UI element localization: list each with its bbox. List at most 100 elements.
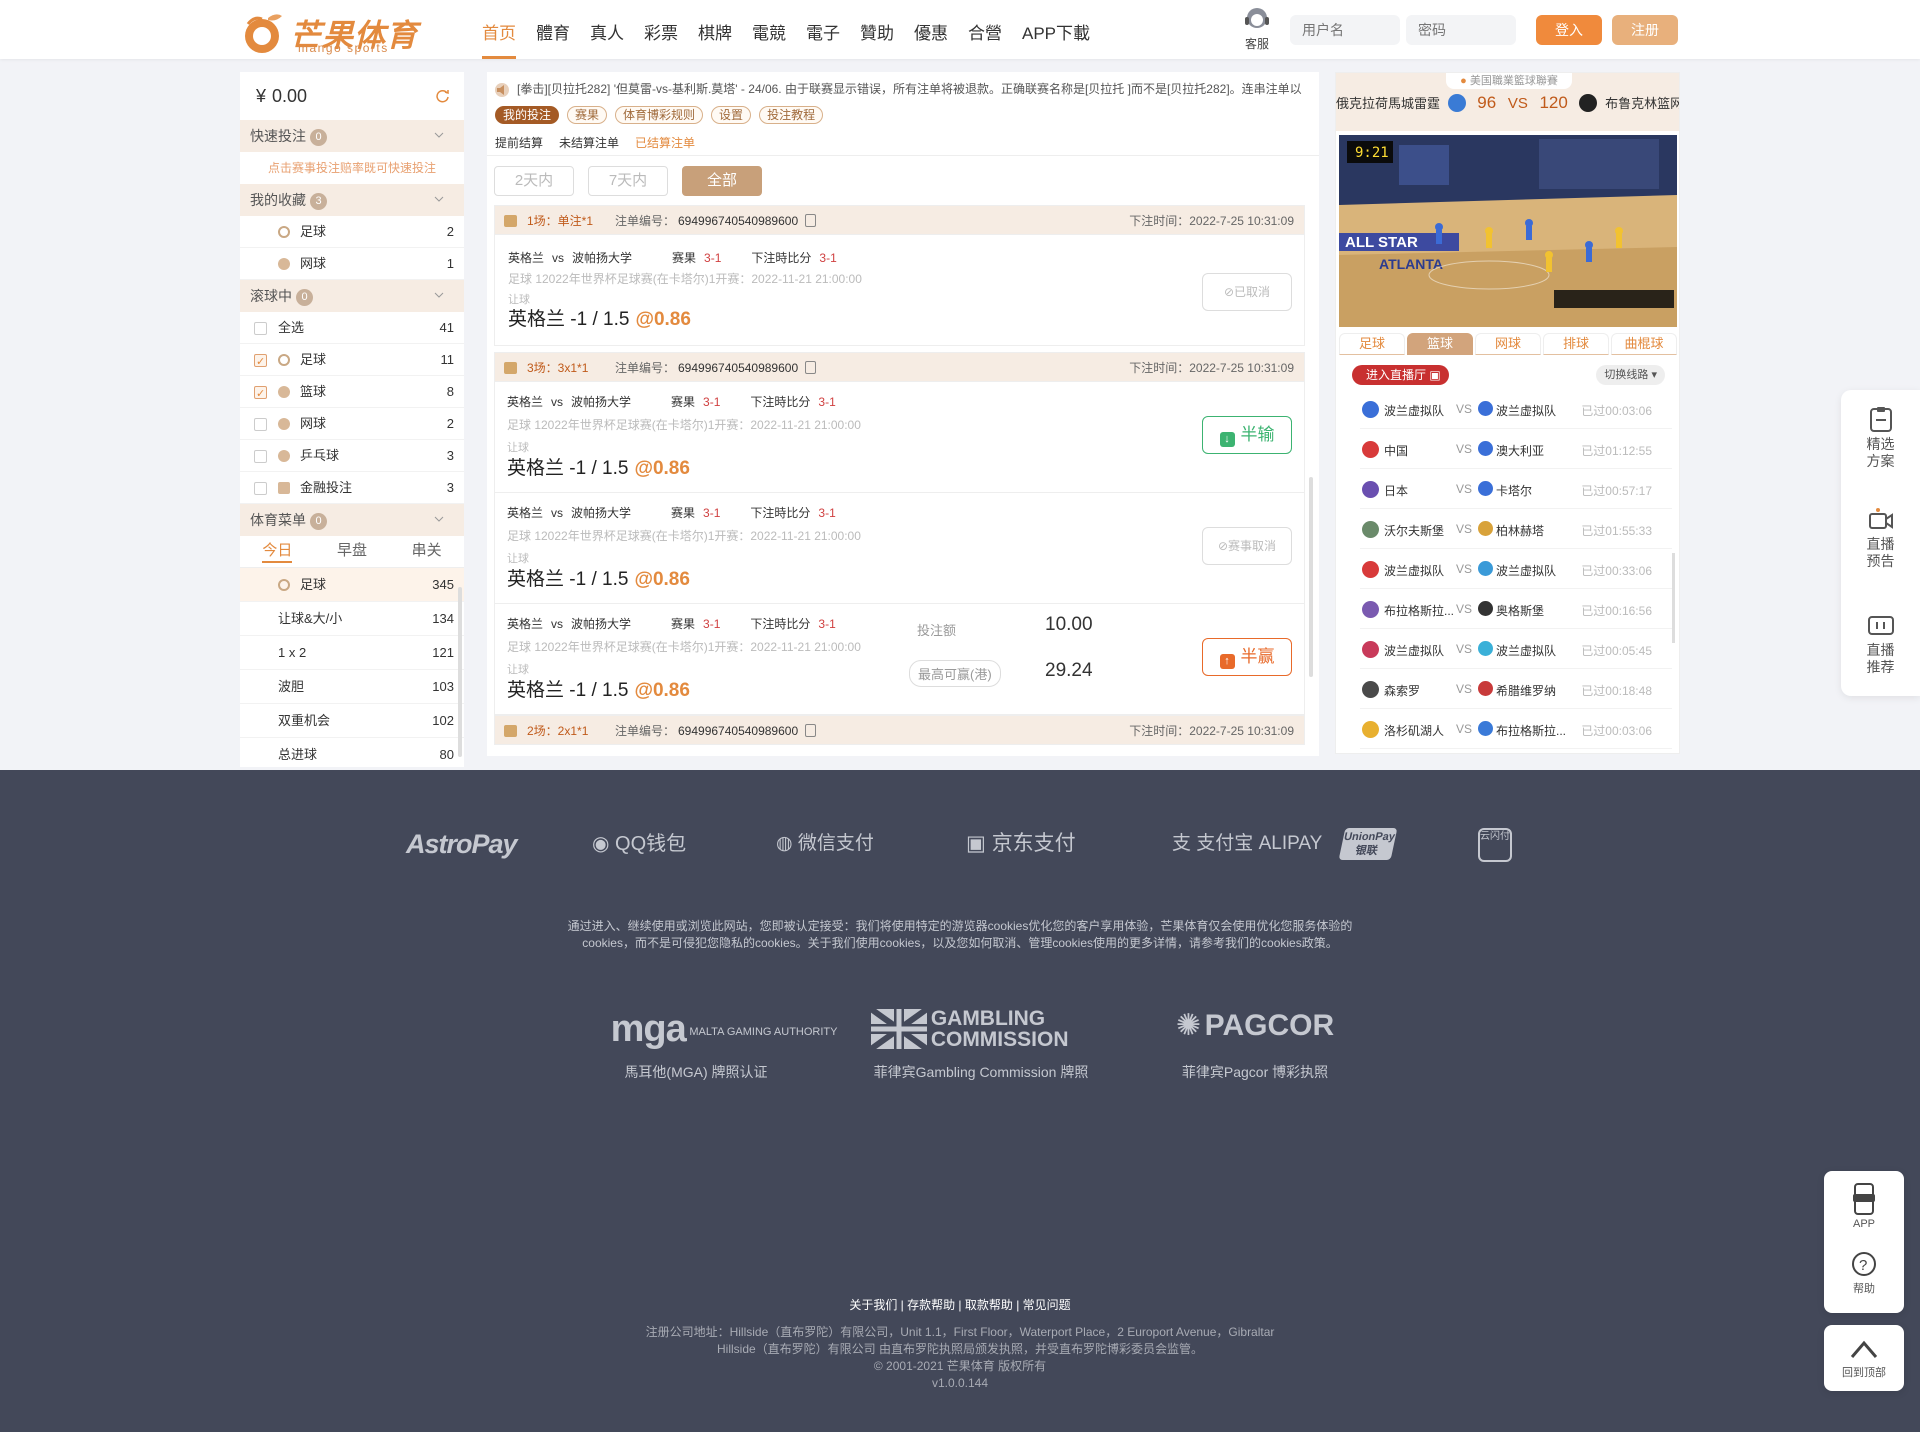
vs-label: VS [1456,722,1473,736]
arrow-up-icon [1850,1340,1878,1358]
tab-rules[interactable]: 体育博彩规则 [615,106,704,124]
copy-icon[interactable] [805,214,816,227]
checkbox[interactable] [254,322,267,335]
nav-sponsor[interactable]: 贊助 [860,0,894,59]
checkbox[interactable] [254,378,267,410]
nav-home[interactable]: 首页 [482,0,516,59]
copy-icon[interactable] [805,361,816,374]
nav-sports[interactable]: 體育 [536,0,570,59]
tab-parlay[interactable]: 串关 [389,536,464,567]
checkbox[interactable] [254,346,267,378]
sports-menu-item[interactable]: 双重机会 102 [240,704,464,738]
quick-bet-header[interactable]: 快速投注 0 [240,120,464,152]
username-input[interactable] [1290,15,1400,45]
tab-football[interactable]: 足球 [1339,333,1405,355]
tab-cashout[interactable]: 提前结算 [495,134,543,156]
bet-number-label: 注单编号： [615,361,676,375]
nav-live-casino[interactable]: 真人 [590,0,624,59]
nav-partner[interactable]: 合營 [968,0,1002,59]
tab-tutorial[interactable]: 投注教程 [759,106,824,124]
live-game-row[interactable]: 波兰虚拟队 VS 波兰虚拟队 已过00:05:45 [1360,629,1672,669]
tab-label: 今日 [262,542,293,563]
login-button[interactable]: 登入 [1536,15,1602,45]
sidebar-scrollbar[interactable] [458,587,462,757]
footer-links[interactable]: 关于我们 | 存款帮助 | 取款帮助 | 常见问题 [0,1296,1920,1313]
checkbox[interactable] [254,450,267,463]
league-line: 足球 12022年世界杯足球赛(在卡塔尔)1开赛：2022-11-21 21:0… [507,418,861,432]
filter-all[interactable]: 全部 [682,166,762,196]
live-preview-button[interactable]: 直播预告 [1841,506,1920,570]
nav-slots[interactable]: 電子 [806,0,840,59]
tv-icon [1867,616,1894,635]
records-scrollbar[interactable] [1309,477,1313,677]
nav-cards[interactable]: 棋牌 [698,0,732,59]
checkbox[interactable] [254,418,267,431]
favorite-item-football[interactable]: 足球 2 [240,216,464,248]
live-match-header: ● 美国職業籃球聯賽 俄克拉荷馬城雷霆 96 VS 120 布鲁克林篮网 [1336,73,1679,131]
sports-menu-item[interactable]: 波胆 103 [240,670,464,704]
inplay-financial[interactable]: 金融投注 3 [240,472,464,504]
back-to-top-button[interactable]: 回到顶部 [1824,1325,1904,1391]
tab-basketball[interactable]: 篮球 [1407,333,1473,355]
inplay-basketball[interactable]: 篮球 8 [240,376,464,410]
home-score: 96 [1477,93,1497,112]
filter-2-days[interactable]: 2天内 [494,166,574,196]
tab-hockey[interactable]: 曲棍球 [1611,333,1677,355]
favorite-item-tennis[interactable]: 网球 1 [240,248,464,280]
sports-menu-item[interactable]: 让球&大/小 134 [240,602,464,636]
live-recommend-button[interactable]: 直播推荐 [1841,612,1920,676]
tab-my-bets[interactable]: 我的投注 [495,106,560,124]
checkbox[interactable] [254,482,267,495]
tab-volleyball[interactable]: 排球 [1543,333,1609,355]
sports-menu-header[interactable]: 体育菜单 0 [240,504,464,536]
live-game-row[interactable]: 森索罗 VS 希腊维罗纳 已过00:18:48 [1360,669,1672,709]
live-game-row[interactable]: 布拉格斯拉... VS 奥格斯堡 已过00:16:56 [1360,589,1672,629]
refresh-icon[interactable] [435,88,450,103]
away-team: 布拉格斯拉... [1496,724,1566,738]
help-button[interactable]: ? 帮助 [1824,1251,1904,1296]
live-video-player[interactable]: 9:21 ALL STAR ATLANTA [1339,135,1677,327]
inplay-label: 足球 [300,352,327,367]
tab-results[interactable]: 赛果 [567,106,608,124]
inplay-select-all[interactable]: 全选 41 [240,312,464,344]
copy-icon[interactable] [805,724,816,737]
favorites-header[interactable]: 我的收藏 3 [240,184,464,216]
filter-7-days[interactable]: 7天内 [588,166,668,196]
app-download-button[interactable]: APP [1824,1183,1904,1230]
live-game-row[interactable]: 波兰虚拟队 VS 波兰虚拟队 已过00:03:06 [1360,389,1672,429]
tab-early[interactable]: 早盘 [315,536,390,567]
live-game-row[interactable]: 洛杉矶湖人 VS 布拉格斯拉... 已过00:03:06 [1360,709,1672,749]
live-game-row[interactable]: 中国 VS 澳大利亚 已过01:12:55 [1360,429,1672,469]
nav-esports[interactable]: 電競 [752,0,786,59]
sports-menu-item[interactable]: 1 x 2 121 [240,636,464,670]
sports-menu-item[interactable]: 总进球 80 [240,738,464,767]
inplay-header[interactable]: 滚球中 0 [240,280,464,312]
site-logo[interactable]: 芒果体育 mango sports [238,8,418,55]
menu-label: 总进球 [278,747,318,762]
featured-plans-button[interactable]: 精选方案 [1841,406,1920,470]
tab-tennis[interactable]: 网球 [1475,333,1541,355]
sports-menu-football[interactable]: 足球 345 [240,568,464,602]
inplay-tennis[interactable]: 网球 2 [240,408,464,440]
live-game-row[interactable]: 沃尔夫斯堡 VS 柏林赫塔 已过01:55:33 [1360,509,1672,549]
nav-app-download[interactable]: APP下載 [1022,0,1090,59]
chevron-down-icon [434,132,444,138]
announcement-ticker[interactable]: [拳击][贝拉托282] '但莫雷-vs-基利斯.莫塔' - 24/06. 由于… [493,80,1319,98]
nav-promotions[interactable]: 優惠 [914,0,948,59]
inplay-football[interactable]: 足球 11 [240,344,464,378]
register-button[interactable]: 注册 [1612,15,1678,45]
tab-unsettled[interactable]: 未结算注单 [559,134,619,156]
tab-settings[interactable]: 设置 [711,106,752,124]
tab-settled[interactable]: 已结算注单 [635,134,696,156]
nav-lottery[interactable]: 彩票 [644,0,678,59]
live-game-row[interactable]: 波兰虚拟队 VS 波兰虚拟队 已过00:33:06 [1360,549,1672,589]
enter-live-room-button[interactable]: 进入直播厅 ▣ [1352,365,1449,385]
password-input[interactable] [1406,15,1516,45]
live-list-scrollbar[interactable] [1672,553,1675,643]
tab-today[interactable]: 今日 [240,536,315,567]
customer-service-button[interactable]: 客服 [1238,6,1276,52]
live-game-row[interactable]: 日本 VS 卡塔尔 已过00:57:17 [1360,469,1672,509]
inplay-table-tennis[interactable]: 乒乓球 3 [240,440,464,472]
away-team: 奥格斯堡 [1496,604,1545,618]
switch-route-button[interactable]: 切换线路 ▾ [1596,365,1665,385]
